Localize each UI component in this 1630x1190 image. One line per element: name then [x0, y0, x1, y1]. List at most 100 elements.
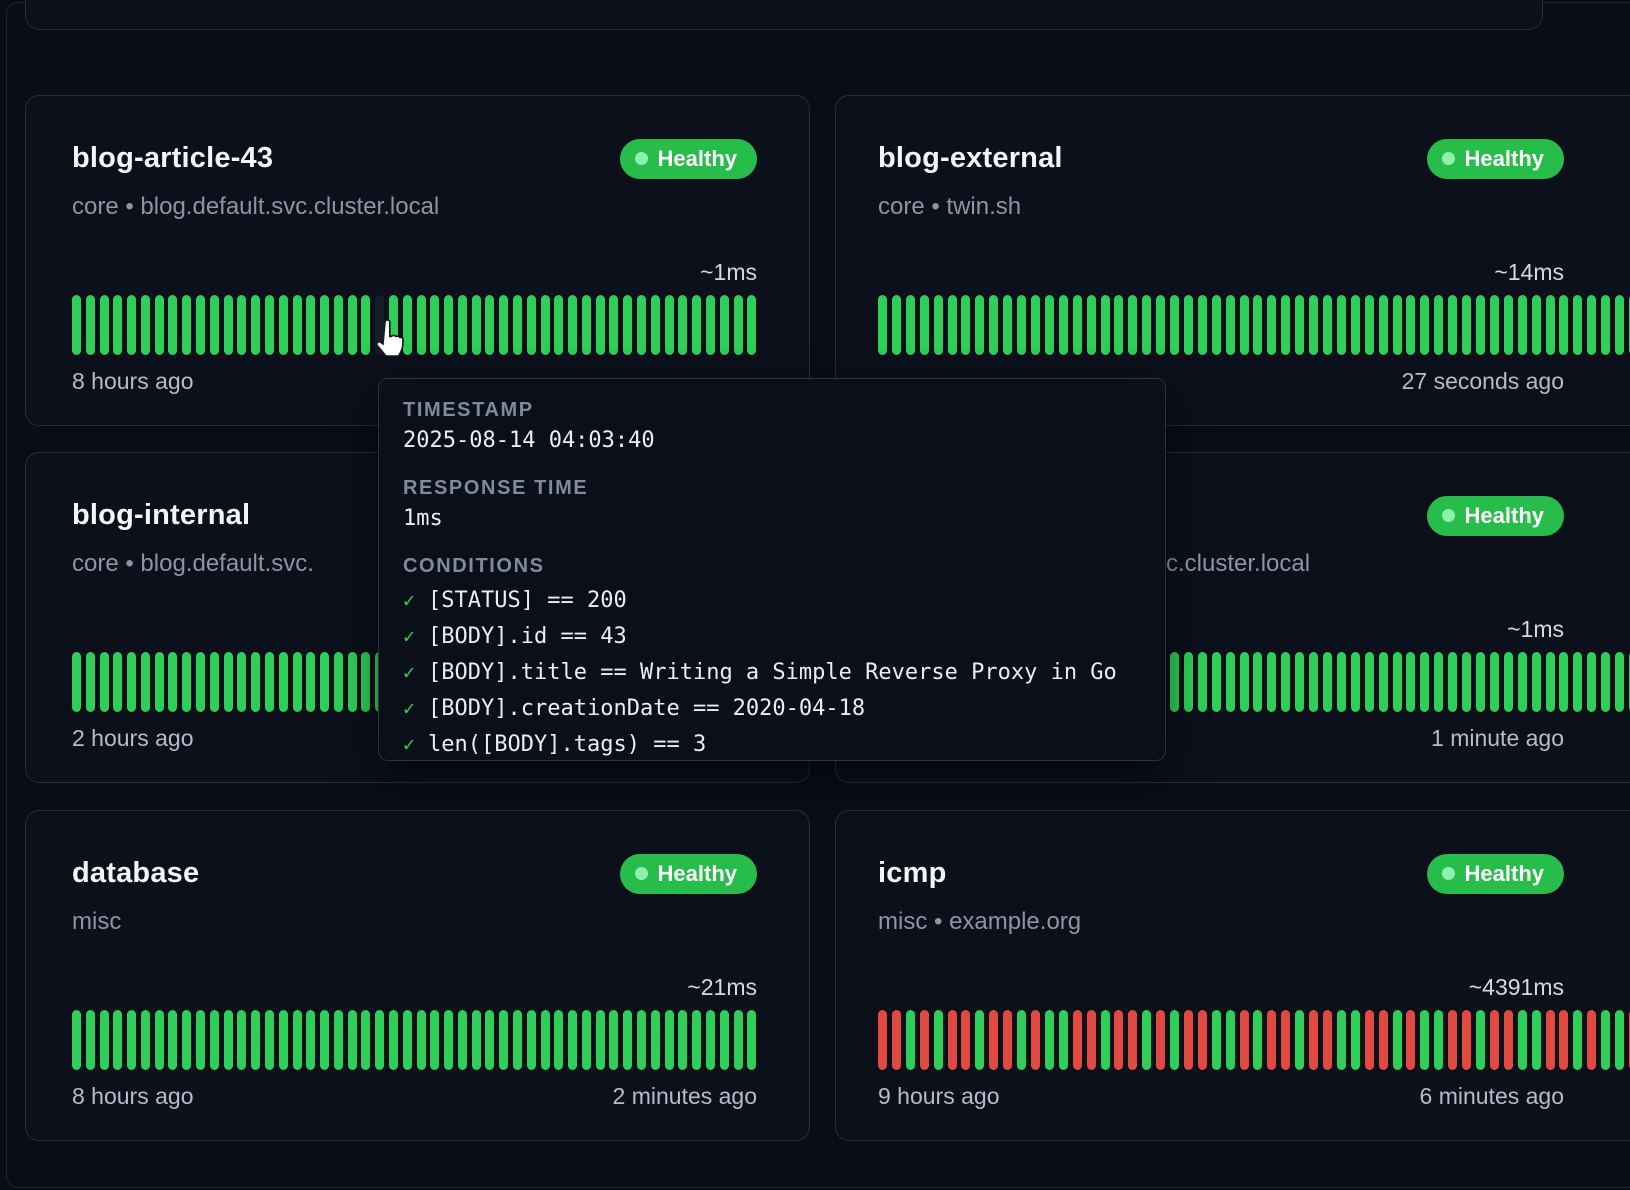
uptime-bar[interactable] — [706, 1010, 715, 1070]
uptime-bar[interactable] — [72, 652, 81, 712]
uptime-bar[interactable] — [1295, 652, 1304, 712]
uptime-bar[interactable] — [678, 295, 687, 355]
uptime-bar[interactable] — [1559, 1010, 1568, 1070]
uptime-bar[interactable] — [1253, 295, 1262, 355]
uptime-bar[interactable] — [623, 1010, 632, 1070]
uptime-bar[interactable] — [1142, 1010, 1151, 1070]
uptime-bar[interactable] — [237, 652, 246, 712]
uptime-bar[interactable] — [1518, 295, 1527, 355]
uptime-bar[interactable] — [1559, 652, 1568, 712]
uptime-bar[interactable] — [1476, 295, 1485, 355]
uptime-bar[interactable] — [961, 1010, 970, 1070]
uptime-bar[interactable] — [182, 1010, 191, 1070]
uptime-bar[interactable] — [1559, 295, 1568, 355]
uptime-bar[interactable] — [141, 1010, 150, 1070]
uptime-bars[interactable] — [836, 1010, 1630, 1070]
uptime-bar[interactable] — [293, 652, 302, 712]
uptime-bar[interactable] — [279, 295, 288, 355]
uptime-bar[interactable] — [1601, 1010, 1610, 1070]
uptime-bar[interactable] — [541, 295, 550, 355]
uptime-bar[interactable] — [1226, 652, 1235, 712]
uptime-bar[interactable] — [1198, 1010, 1207, 1070]
uptime-bar[interactable] — [1420, 652, 1429, 712]
service-card[interactable]: icmp Healthy misc • example.org ~4391ms … — [835, 810, 1630, 1141]
uptime-bar[interactable] — [155, 652, 164, 712]
uptime-bar[interactable] — [1615, 295, 1624, 355]
uptime-bar[interactable] — [1365, 652, 1374, 712]
uptime-bar[interactable] — [1601, 295, 1610, 355]
uptime-bar[interactable] — [430, 295, 439, 355]
uptime-bar[interactable] — [141, 652, 150, 712]
uptime-bar[interactable] — [499, 1010, 508, 1070]
uptime-bar[interactable] — [1323, 1010, 1332, 1070]
uptime-bar[interactable] — [609, 295, 618, 355]
uptime-bar[interactable] — [306, 295, 315, 355]
uptime-bar[interactable] — [306, 652, 315, 712]
uptime-bar[interactable] — [1587, 1010, 1596, 1070]
uptime-bar[interactable] — [141, 295, 150, 355]
uptime-bar[interactable] — [934, 1010, 943, 1070]
uptime-bar[interactable] — [596, 1010, 605, 1070]
uptime-bar[interactable] — [720, 295, 729, 355]
uptime-bar[interactable] — [1240, 295, 1249, 355]
uptime-bar[interactable] — [906, 1010, 915, 1070]
uptime-bar[interactable] — [1462, 295, 1471, 355]
uptime-bar[interactable] — [1128, 295, 1137, 355]
uptime-bar[interactable] — [1601, 652, 1610, 712]
uptime-bar[interactable] — [1226, 295, 1235, 355]
uptime-bar[interactable] — [1406, 1010, 1415, 1070]
uptime-bar[interactable] — [568, 295, 577, 355]
uptime-bar[interactable] — [1073, 1010, 1082, 1070]
uptime-bar[interactable] — [513, 1010, 522, 1070]
uptime-bar[interactable] — [1337, 295, 1346, 355]
uptime-bar[interactable] — [989, 295, 998, 355]
uptime-bar[interactable] — [513, 295, 522, 355]
uptime-bar[interactable] — [237, 1010, 246, 1070]
uptime-bar[interactable] — [196, 652, 205, 712]
uptime-bar[interactable] — [1253, 652, 1262, 712]
uptime-bar[interactable] — [1434, 1010, 1443, 1070]
uptime-bar[interactable] — [251, 1010, 260, 1070]
uptime-bar[interactable] — [1393, 1010, 1402, 1070]
uptime-bar[interactable] — [72, 295, 81, 355]
uptime-bar[interactable] — [975, 295, 984, 355]
uptime-bar[interactable] — [293, 1010, 302, 1070]
uptime-bar[interactable] — [541, 1010, 550, 1070]
uptime-bar[interactable] — [1031, 295, 1040, 355]
uptime-bar[interactable] — [1101, 295, 1110, 355]
uptime-bar[interactable] — [210, 652, 219, 712]
uptime-bar[interactable] — [706, 295, 715, 355]
uptime-bar[interactable] — [293, 295, 302, 355]
uptime-bar[interactable] — [1351, 295, 1360, 355]
uptime-bar[interactable] — [892, 295, 901, 355]
uptime-bar[interactable] — [237, 295, 246, 355]
uptime-bar[interactable] — [554, 295, 563, 355]
uptime-bar[interactable] — [1490, 1010, 1499, 1070]
uptime-bar[interactable] — [1462, 1010, 1471, 1070]
uptime-bar[interactable] — [1504, 1010, 1513, 1070]
uptime-bar[interactable] — [1476, 652, 1485, 712]
uptime-bar[interactable] — [168, 1010, 177, 1070]
uptime-bar[interactable] — [582, 295, 591, 355]
uptime-bar[interactable] — [1546, 1010, 1555, 1070]
uptime-bar[interactable] — [920, 1010, 929, 1070]
uptime-bar[interactable] — [100, 652, 109, 712]
uptime-bar[interactable] — [1212, 295, 1221, 355]
uptime-bar[interactable] — [568, 1010, 577, 1070]
uptime-bar[interactable] — [430, 1010, 439, 1070]
uptime-bar[interactable] — [651, 1010, 660, 1070]
uptime-bar[interactable] — [747, 1010, 756, 1070]
uptime-bar[interactable] — [1587, 652, 1596, 712]
uptime-bar[interactable] — [485, 1010, 494, 1070]
uptime-bar[interactable] — [182, 295, 191, 355]
uptime-bar[interactable] — [920, 295, 929, 355]
uptime-bar[interactable] — [1142, 295, 1151, 355]
uptime-bar[interactable] — [1073, 295, 1082, 355]
uptime-bar[interactable] — [1573, 652, 1582, 712]
uptime-bar[interactable] — [403, 295, 412, 355]
uptime-bar[interactable] — [1337, 1010, 1346, 1070]
uptime-bar[interactable] — [582, 1010, 591, 1070]
uptime-bar[interactable] — [444, 1010, 453, 1070]
uptime-bar[interactable] — [1337, 652, 1346, 712]
uptime-bar[interactable] — [320, 652, 329, 712]
